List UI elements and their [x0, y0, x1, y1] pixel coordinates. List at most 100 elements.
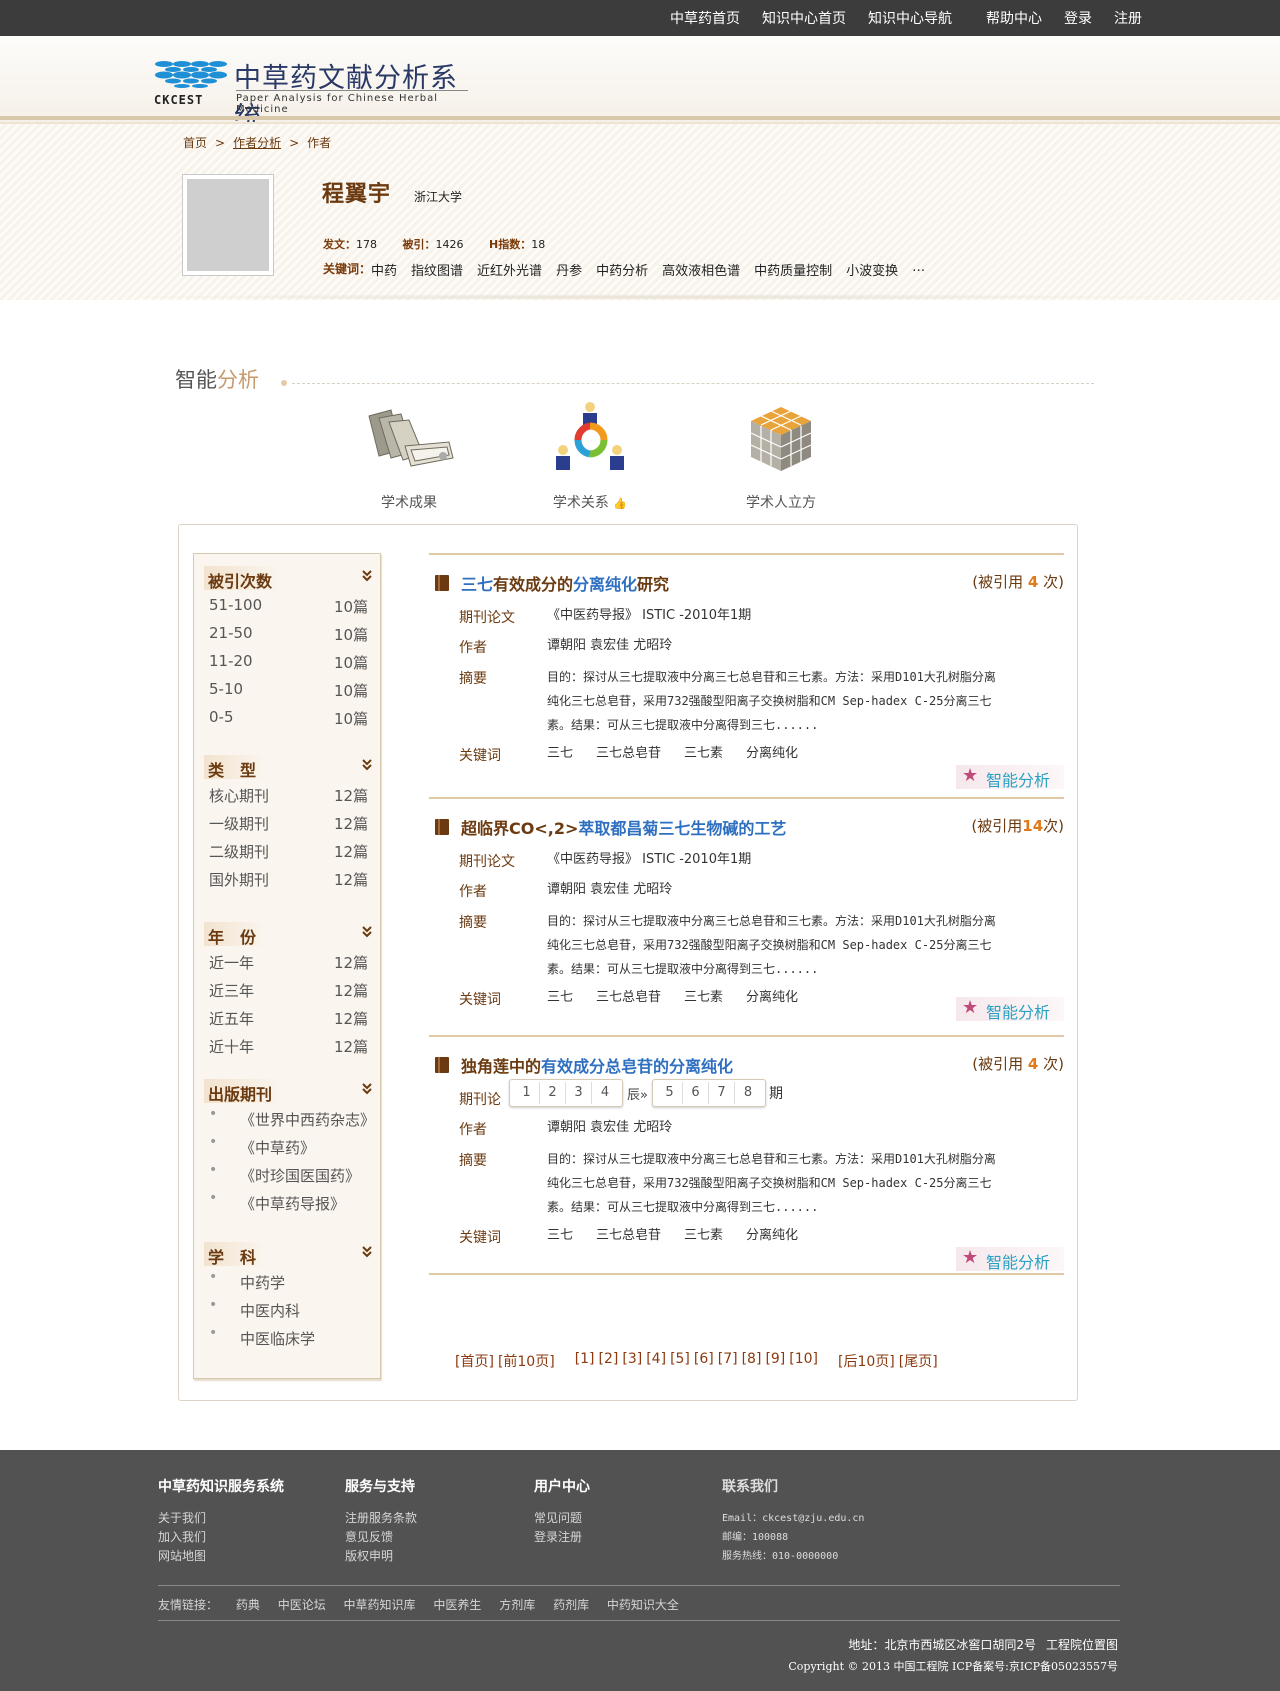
page-number[interactable]: 6 [683, 1082, 709, 1104]
paper-keyword[interactable]: 三七 [547, 990, 573, 1005]
author-keyword[interactable]: 中药质量控制 [754, 260, 832, 279]
paper-title[interactable]: 超临界CO<,2>萃取都昌菊三七生物碱的工艺 [461, 815, 786, 839]
friend-link[interactable]: 药典 [236, 1598, 260, 1612]
footer-link[interactable]: 网站地图 [158, 1547, 284, 1566]
paper-title[interactable]: 独角莲中的有效成分总皂苷的分离纯化 [461, 1053, 733, 1077]
footer-link[interactable]: 加入我们 [158, 1528, 284, 1547]
footer-link[interactable]: 版权申明 [345, 1547, 417, 1566]
facet-header[interactable]: 出版期刊 [194, 1073, 382, 1105]
paper-keyword[interactable]: 三七总皂苷 [596, 990, 661, 1005]
keywords-more[interactable]: … [912, 260, 925, 279]
author-keyword[interactable]: 丹参 [556, 260, 582, 279]
page-number[interactable]: 4 [592, 1082, 618, 1104]
pager-page[interactable]: [2] [599, 1351, 619, 1371]
footer-link[interactable]: 关于我们 [158, 1509, 284, 1528]
pager-page[interactable]: [4] [646, 1351, 666, 1371]
chevron-down-icon[interactable] [360, 1245, 374, 1259]
facet-row[interactable]: 0-5 10篇 [194, 704, 382, 732]
feature-academic-output[interactable]: 学术成果 [339, 398, 479, 512]
friend-link[interactable]: 中草药知识库 [344, 1598, 416, 1612]
paper-keyword[interactable]: 三七 [547, 1228, 573, 1243]
chevron-down-icon[interactable] [360, 925, 374, 939]
facet-row[interactable]: • 《中草药导报》 [194, 1189, 382, 1217]
facet-row[interactable]: 近五年 12篇 [194, 1004, 382, 1032]
paper-authors[interactable]: 谭朝阳 袁宏佳 尤昭玲 [547, 878, 672, 902]
page-number[interactable]: 8 [735, 1082, 761, 1104]
nav-register[interactable]: 注册 [1114, 8, 1142, 28]
facet-row[interactable]: • 《中草药》 [194, 1133, 382, 1161]
facet-row[interactable]: 近一年 12篇 [194, 948, 382, 976]
page-number[interactable]: 5 [657, 1082, 683, 1104]
pager-page[interactable]: [6] [694, 1351, 714, 1371]
author-keyword[interactable]: 近红外光谱 [477, 260, 542, 279]
pager-page[interactable]: [7] [718, 1351, 738, 1371]
page-number[interactable]: 2 [540, 1082, 566, 1104]
facet-header[interactable]: 年 份 [194, 916, 382, 948]
friend-link[interactable]: 中药知识大全 [607, 1598, 679, 1612]
paper-authors[interactable]: 谭朝阳 袁宏佳 尤昭玲 [547, 634, 672, 658]
paper-source[interactable]: 《中医药导报》 ISTIC -2010年1期 [547, 848, 751, 872]
pager-page[interactable]: [8] [742, 1351, 762, 1371]
paper-keyword[interactable]: 三七素 [684, 1228, 723, 1243]
paper-keyword[interactable]: 分离纯化 [746, 1228, 798, 1243]
facet-row[interactable]: • 中药学 [194, 1268, 382, 1296]
friend-link[interactable]: 方剂库 [499, 1598, 535, 1612]
breadcrumb-author-analysis[interactable]: 作者分析 [233, 136, 281, 150]
chevron-down-icon[interactable] [360, 1082, 374, 1096]
facet-row[interactable]: 国外期刊 12篇 [194, 865, 382, 893]
page-number[interactable]: 3 [566, 1082, 592, 1104]
facet-row[interactable]: 近十年 12篇 [194, 1032, 382, 1060]
chevron-down-icon[interactable] [360, 569, 374, 583]
facet-row[interactable]: • 《世界中西药杂志》 [194, 1105, 382, 1133]
page-number[interactable]: 7 [709, 1082, 735, 1104]
pager-page[interactable]: [3] [622, 1351, 642, 1371]
facet-row[interactable]: 二级期刊 12篇 [194, 837, 382, 865]
pager-page[interactable]: [5] [670, 1351, 690, 1371]
author-keyword[interactable]: 指纹图谱 [411, 260, 463, 279]
facet-header[interactable]: 类 型 [194, 749, 382, 781]
friend-link[interactable]: 中医论坛 [278, 1598, 326, 1612]
smart-analysis-button[interactable]: ★ 智能分析 [956, 1247, 1064, 1272]
chevron-down-icon[interactable] [360, 758, 374, 772]
paper-authors[interactable]: 谭朝阳 袁宏佳 尤昭玲 [547, 1116, 672, 1140]
pager-page[interactable]: [9] [765, 1351, 785, 1371]
paper-keyword[interactable]: 三七素 [684, 746, 723, 761]
paper-keyword[interactable]: 三七总皂苷 [596, 746, 661, 761]
facet-row[interactable]: 21-50 10篇 [194, 620, 382, 648]
facet-row[interactable]: • 中医临床学 [194, 1324, 382, 1352]
site-logo[interactable]: CKCEST 中草药文献分析系统 Paper Analysis for Chin… [154, 56, 474, 133]
page-number[interactable]: 1 [514, 1082, 540, 1104]
author-keyword[interactable]: 中药 [371, 260, 397, 279]
facet-row[interactable]: 51-100 10篇 [194, 592, 382, 620]
facet-header[interactable]: 学 科 [194, 1236, 382, 1268]
author-keyword[interactable]: 小波变换 [846, 260, 898, 279]
paper-keyword[interactable]: 分离纯化 [746, 990, 798, 1005]
facet-row[interactable]: • 《时珍国医国药》 [194, 1161, 382, 1189]
pager-page[interactable]: [1] [575, 1351, 595, 1371]
smart-analysis-button[interactable]: ★ 智能分析 [956, 765, 1064, 790]
smart-analysis-button[interactable]: ★ 智能分析 [956, 997, 1064, 1022]
footer-link[interactable]: 意见反馈 [345, 1528, 417, 1547]
pager-prev[interactable]: [前10页] [498, 1351, 555, 1371]
facet-row[interactable]: 11-20 10篇 [194, 648, 382, 676]
friend-link[interactable]: 药剂库 [553, 1598, 589, 1612]
facet-row[interactable]: 5-10 10篇 [194, 676, 382, 704]
breadcrumb-home[interactable]: 首页 [183, 136, 207, 150]
map-link[interactable]: 工程院位置图 [1046, 1638, 1118, 1652]
nav-help-center[interactable]: 帮助中心 [986, 8, 1042, 28]
author-keyword[interactable]: 中药分析 [596, 260, 648, 279]
facet-row[interactable]: • 中医内科 [194, 1296, 382, 1324]
nav-knowledge-home[interactable]: 知识中心首页 [762, 8, 846, 28]
paper-source[interactable]: 《中医药导报》 ISTIC -2010年1期 [547, 604, 751, 628]
facet-row[interactable]: 一级期刊 12篇 [194, 809, 382, 837]
footer-link[interactable]: 注册服务条款 [345, 1509, 417, 1528]
feature-academic-relations[interactable]: 学术关系 👍 [520, 398, 660, 512]
footer-link[interactable]: 常见问题 [534, 1509, 590, 1528]
paper-keyword[interactable]: 三七 [547, 746, 573, 761]
paper-keyword[interactable]: 三七素 [684, 990, 723, 1005]
nav-knowledge-guide[interactable]: 知识中心导航 [868, 8, 952, 28]
facet-row[interactable]: 核心期刊 12篇 [194, 781, 382, 809]
nav-herb-home[interactable]: 中草药首页 [670, 8, 740, 28]
friend-link[interactable]: 中医养生 [433, 1598, 481, 1612]
author-keyword[interactable]: 高效液相色谱 [662, 260, 740, 279]
